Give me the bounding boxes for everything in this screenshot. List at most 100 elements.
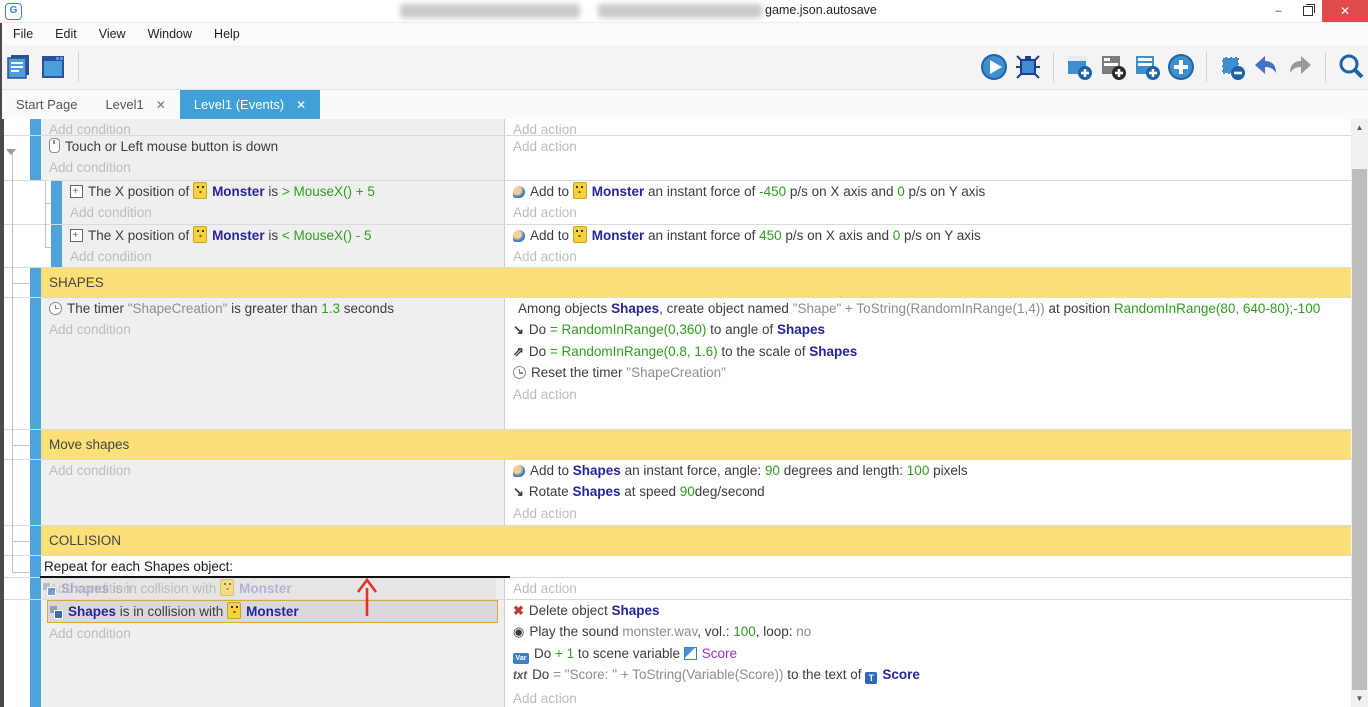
menu-file[interactable]: File xyxy=(2,27,44,41)
tab-close-icon[interactable]: ✕ xyxy=(296,98,306,112)
placeholder-text: Add condition xyxy=(70,249,152,264)
action-line[interactable]: ✖Delete object Shapes xyxy=(513,600,1355,621)
text-segment: at speed xyxy=(620,484,679,499)
add-condition-link[interactable]: Add condition xyxy=(70,202,504,223)
text-segment: Monster xyxy=(592,228,645,243)
tab-level1[interactable]: Level1✕ xyxy=(91,90,179,119)
text-segment: Monster xyxy=(239,581,292,596)
scale-icon: ⇗ xyxy=(513,344,524,359)
group-header[interactable]: SHAPES xyxy=(41,268,1355,297)
group-header[interactable]: Move shapes xyxy=(41,430,1355,459)
add-condition-link[interactable]: Add condition xyxy=(49,460,504,481)
group-header[interactable]: COLLISION xyxy=(41,526,1355,555)
repeat-event-row: Repeat for each Shapes object: xyxy=(4,556,1355,578)
scroll-down-icon[interactable]: ▼ xyxy=(1351,690,1368,707)
run-preview-icon[interactable] xyxy=(977,50,1011,84)
text-segment: p/s on Y axis xyxy=(905,184,986,199)
text-segment: p/s on X axis and xyxy=(782,228,893,243)
project-manager-icon[interactable] xyxy=(2,50,36,84)
tree-line xyxy=(45,181,46,247)
menu-help[interactable]: Help xyxy=(203,27,251,41)
text-segment: < MouseX() - 5 xyxy=(282,228,372,243)
tree-line xyxy=(12,541,29,542)
condition-line[interactable]: The X position of Monster is > MouseX() … xyxy=(70,181,504,202)
minimize-button[interactable]: – xyxy=(1264,0,1293,22)
add-action-link[interactable]: Add action xyxy=(513,136,1355,157)
condition-line[interactable]: Shapes is in collision with Monster xyxy=(50,601,497,622)
action-line[interactable]: txtDo = "Score: " + ToString(Variable(Sc… xyxy=(513,664,1355,687)
text-segment: The timer xyxy=(67,301,128,316)
add-action-link[interactable]: Add action xyxy=(513,503,1355,524)
tab-label: Level1 (Events) xyxy=(194,97,284,112)
add-action-link[interactable]: Add action xyxy=(513,246,1355,267)
text-segment: degrees and length: xyxy=(780,463,907,478)
action-line[interactable]: ⇗Do = RandomInRange(0.8, 1.6) to the sca… xyxy=(513,341,1355,362)
menu-bar: FileEditViewWindowHelp xyxy=(2,23,1368,45)
add-action-link[interactable]: Add action xyxy=(513,688,1355,707)
action-line[interactable]: ◉Play the sound monster.wav, vol.: 100, … xyxy=(513,621,1355,642)
add-action-link[interactable]: Add action xyxy=(513,202,1355,223)
action-line[interactable]: ↘Do = RandomInRange(0,360) to angle of S… xyxy=(513,319,1355,340)
action-line[interactable]: Add to Monster an instant force of -450 … xyxy=(513,181,1355,202)
restore-button[interactable] xyxy=(1293,0,1322,22)
action-line[interactable]: Add to Monster an instant force of 450 p… xyxy=(513,225,1355,246)
conditions-cell: Add condition xyxy=(41,460,504,525)
timer-icon xyxy=(49,302,62,315)
add-condition-link[interactable]: Add condition xyxy=(49,319,504,340)
text-segment: Add to xyxy=(530,184,573,199)
close-button[interactable]: ✕ xyxy=(1322,0,1368,22)
event-color-bar xyxy=(30,136,41,180)
text-segment: Add to xyxy=(530,228,573,243)
tab-start-page[interactable]: Start Page xyxy=(2,90,91,119)
text-segment: + 1 xyxy=(555,646,574,661)
vertical-scrollbar[interactable]: ▲ ▼ xyxy=(1351,119,1368,707)
add-action-link[interactable]: Add action xyxy=(513,578,1355,599)
add-action-link[interactable]: Add action xyxy=(513,384,1355,405)
selected-condition[interactable]: Shapes is in collision with Monster xyxy=(47,600,498,623)
tree-gutter xyxy=(4,600,30,707)
tree-gutter xyxy=(4,460,30,525)
add-subevent-icon[interactable] xyxy=(1130,50,1164,84)
event-color-bar xyxy=(30,460,41,525)
condition-line[interactable]: The timer "ShapeCreation" is greater tha… xyxy=(49,298,504,319)
menu-window[interactable]: Window xyxy=(137,27,203,41)
condition-line[interactable]: The X position of Monster is < MouseX() … xyxy=(70,225,504,246)
text-segment: , vol.: xyxy=(697,624,733,639)
repeat-event-header[interactable]: Repeat for each Shapes object: xyxy=(41,556,1355,577)
tab-level1-events-[interactable]: Level1 (Events) ✕ xyxy=(180,90,320,119)
text-segment: Monster xyxy=(212,228,265,243)
add-comment-icon[interactable] xyxy=(1096,50,1130,84)
tab-close-icon[interactable]: ✕ xyxy=(156,98,166,112)
add-condition-link[interactable]: Add condition xyxy=(70,246,504,267)
menu-edit[interactable]: Edit xyxy=(44,27,88,41)
action-line[interactable]: Reset the timer "ShapeCreation" xyxy=(513,362,1355,383)
force-icon xyxy=(513,465,525,477)
toolbar-separator xyxy=(1325,52,1326,82)
condition-line[interactable]: Touch or Left mouse button is down xyxy=(49,136,504,157)
add-event-icon[interactable] xyxy=(1062,50,1096,84)
scrollbar-thumb[interactable] xyxy=(1352,169,1367,690)
actions-cell: Add action xyxy=(504,119,1355,135)
action-line[interactable]: VarDo + 1 to scene variable Score xyxy=(513,643,1355,664)
menu-view[interactable]: View xyxy=(88,27,137,41)
scroll-up-icon[interactable]: ▲ xyxy=(1351,119,1368,136)
add-condition-link[interactable]: Add condition xyxy=(49,157,504,178)
add-condition-link[interactable]: Add condition xyxy=(49,623,504,644)
scene-editor-icon[interactable] xyxy=(36,50,70,84)
action-line[interactable]: Among objects Shapes, create object name… xyxy=(513,298,1355,319)
group-header-row: SHAPES xyxy=(4,268,1355,298)
text-segment: is xyxy=(265,184,282,199)
condition-line[interactable]: Shapes is in collision with Monster xyxy=(43,578,496,599)
event-color-bar xyxy=(30,298,41,429)
add-more-icon[interactable] xyxy=(1164,50,1198,84)
placeholder-text: Add action xyxy=(513,205,577,220)
delete-event-icon[interactable] xyxy=(1215,50,1249,84)
debug-icon[interactable] xyxy=(1011,50,1045,84)
undo-icon[interactable] xyxy=(1249,50,1283,84)
action-line[interactable]: Add to Shapes an instant force, angle: 9… xyxy=(513,460,1355,481)
search-icon[interactable] xyxy=(1334,50,1368,84)
collapse-expander-icon[interactable] xyxy=(6,149,16,155)
event-row: Add condition Add to Shapes an instant fo… xyxy=(4,460,1355,526)
action-line[interactable]: ↘Rotate Shapes at speed 90deg/second xyxy=(513,481,1355,502)
redo-icon[interactable] xyxy=(1283,50,1317,84)
